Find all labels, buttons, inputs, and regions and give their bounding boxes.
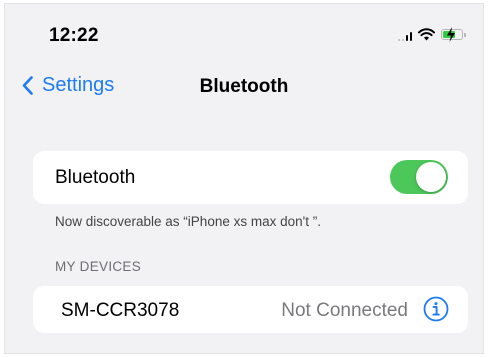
device-status: Not Connected [281,300,408,321]
device-row[interactable]: SM-CCR3078 Not Connected [33,286,468,333]
discoverable-note: Now discoverable as “iPhone xs max don't… [55,214,321,229]
page-title: Bluetooth [199,76,289,97]
settings-screen: 12:22 Settings Bluetooth Bluetooth Now d… [4,3,484,354]
bluetooth-row: Bluetooth [33,151,468,204]
my-devices-header: MY DEVICES [55,259,142,274]
bluetooth-toggle[interactable] [390,160,448,194]
battery-charging-icon [441,27,466,42]
info-icon[interactable] [423,296,449,322]
bluetooth-label: Bluetooth [55,167,136,188]
device-name: SM-CCR3078 [61,300,180,321]
wifi-icon [418,28,435,41]
toggle-knob [416,162,446,192]
status-time: 12:22 [49,25,99,46]
status-icons [397,27,466,42]
cellular-signal-icon [397,29,412,41]
